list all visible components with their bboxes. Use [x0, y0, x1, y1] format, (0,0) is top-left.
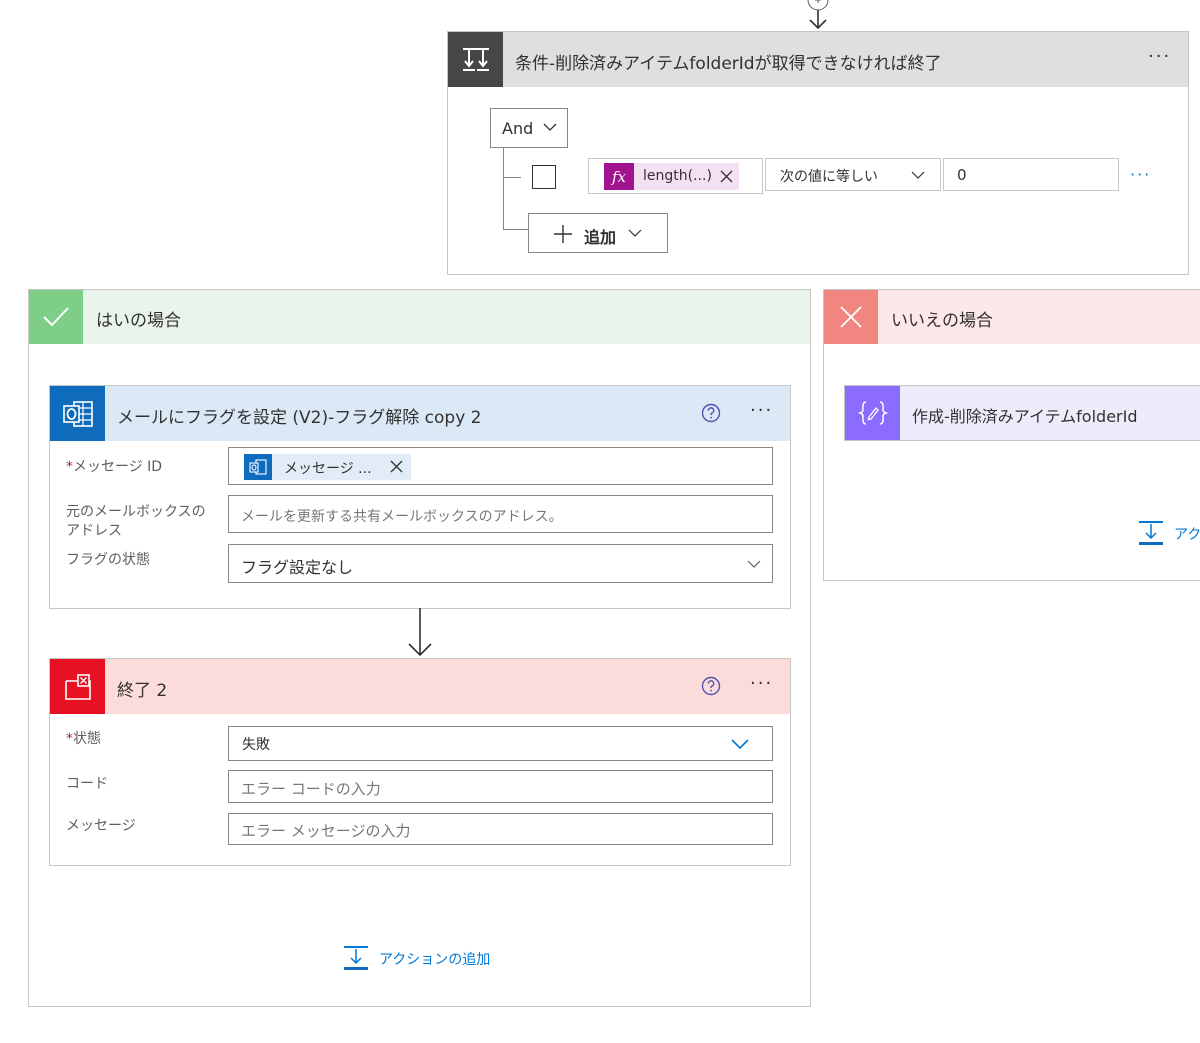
tree-line: [503, 148, 504, 230]
flag-action-title: メールにフラグを設定 (V2)-フラグ解除 copy 2: [117, 408, 482, 428]
tree-line: [503, 229, 528, 230]
flag-status-dropdown[interactable]: フラグ設定なし: [228, 544, 773, 583]
message-id-label: *メッセージ ID: [66, 458, 162, 477]
close-icon[interactable]: [720, 170, 733, 183]
flow-arrow-icon: [405, 608, 435, 658]
condition-card: 条件-削除済みアイテムfolderIdが取得できなければ終了 ··· And f…: [447, 31, 1189, 275]
add-label: 追加: [584, 228, 617, 247]
flag-status-label: フラグの状態: [66, 552, 150, 568]
condition-icon: [448, 32, 503, 87]
code-input[interactable]: エラー コードの入力: [228, 770, 773, 803]
yes-branch-title: はいの場合: [96, 311, 181, 331]
mailbox-address-placeholder: メールを更新する共有メールボックスのアドレス。: [241, 509, 563, 525]
no-branch-header[interactable]: いいえの場合: [824, 290, 1200, 344]
add-condition-button[interactable]: 追加: [528, 213, 668, 253]
operator-value: 次の値に等しい: [780, 169, 878, 185]
chevron-down-icon: [911, 170, 925, 180]
message-token-label: メッセージ ...: [284, 461, 372, 477]
help-icon[interactable]: [701, 676, 721, 696]
help-icon[interactable]: [701, 403, 721, 423]
fx-icon: fx: [604, 163, 634, 190]
status-dropdown[interactable]: 失敗: [228, 726, 773, 761]
yes-branch: はいの場合 メールにフラグを設定 (V2)-フラグ解除 copy 2 ··· *…: [28, 289, 811, 1007]
close-icon[interactable]: [390, 460, 403, 473]
status-label-text: 状態: [73, 731, 101, 747]
chevron-down-icon: [543, 122, 557, 132]
more-options-icon[interactable]: ···: [750, 675, 773, 693]
message-input[interactable]: エラー メッセージの入力: [228, 813, 773, 845]
no-branch: いいえの場合 作成-削除済みアイテムfolderId アク: [823, 289, 1200, 581]
mailbox-address-input[interactable]: メールを更新する共有メールボックスのアドレス。: [228, 495, 773, 533]
row-checkbox[interactable]: [532, 165, 556, 189]
message-id-label-text: メッセージ ID: [73, 459, 163, 475]
value-input[interactable]: 0: [943, 158, 1119, 191]
code-label: コード: [66, 776, 108, 792]
no-branch-title: いいえの場合: [891, 311, 993, 331]
check-icon: [29, 290, 83, 344]
required-marker: *: [66, 731, 73, 747]
chevron-down-icon: [628, 228, 642, 238]
condition-title: 条件-削除済みアイテムfolderIdが取得できなければ終了: [515, 54, 942, 74]
message-token[interactable]: メッセージ ...: [244, 454, 411, 480]
condition-header[interactable]: 条件-削除済みアイテムfolderIdが取得できなければ終了 ···: [448, 32, 1188, 87]
mailbox-address-label: 元のメールボックスのアドレス: [66, 504, 206, 539]
compose-action-title: 作成-削除済みアイテムfolderId: [912, 407, 1138, 426]
flag-action-header[interactable]: メールにフラグを設定 (V2)-フラグ解除 copy 2 ···: [50, 386, 790, 441]
outlook-icon: [244, 454, 272, 480]
value-text: 0: [957, 166, 967, 184]
message-label: メッセージ: [66, 818, 136, 834]
yes-branch-header[interactable]: はいの場合: [29, 290, 810, 344]
row-more-options-icon[interactable]: ···: [1130, 165, 1151, 184]
add-action-icon[interactable]: [1138, 520, 1164, 546]
terminate-action-title: 終了 2: [117, 681, 168, 701]
code-placeholder: エラー コードの入力: [241, 780, 381, 798]
terminate-action-header[interactable]: 終了 2 ···: [50, 659, 790, 714]
flag-status-value: フラグ設定なし: [241, 558, 354, 577]
chevron-down-icon: [731, 738, 749, 750]
chevron-down-icon: [747, 559, 761, 569]
terminate-action-card: 終了 2 ··· *状態 失敗 コード エラー コードの入力 メッセージ エラー…: [49, 658, 791, 866]
expression-field[interactable]: fx length(...): [588, 158, 763, 194]
message-placeholder: エラー メッセージの入力: [241, 822, 411, 840]
compose-icon: [845, 386, 900, 440]
message-id-field[interactable]: メッセージ ...: [228, 447, 773, 485]
flow-arrow-icon: [805, 0, 831, 30]
x-icon: [824, 290, 878, 344]
compose-action-card[interactable]: 作成-削除済みアイテムfolderId: [844, 385, 1200, 441]
more-options-icon[interactable]: ···: [1148, 48, 1171, 66]
plus-icon: [553, 224, 573, 244]
required-marker: *: [66, 459, 73, 475]
add-action-icon[interactable]: [343, 945, 369, 971]
status-label: *状態: [66, 730, 101, 749]
operator-dropdown[interactable]: 次の値に等しい: [765, 158, 941, 191]
group-operator-dropdown[interactable]: And: [490, 108, 568, 148]
status-value: 失敗: [242, 737, 270, 753]
tree-line: [503, 177, 521, 178]
terminate-icon: [50, 659, 105, 714]
expression-token-label: length(...): [643, 168, 712, 184]
expression-token[interactable]: fx length(...): [604, 163, 739, 190]
flag-email-action-card: メールにフラグを設定 (V2)-フラグ解除 copy 2 ··· *メッセージ …: [49, 385, 791, 609]
outlook-icon: [50, 386, 105, 441]
add-action-link[interactable]: アク: [1174, 524, 1200, 544]
group-operator-value: And: [502, 119, 534, 138]
add-action-link[interactable]: アクションの追加: [379, 949, 490, 969]
more-options-icon[interactable]: ···: [750, 402, 773, 420]
